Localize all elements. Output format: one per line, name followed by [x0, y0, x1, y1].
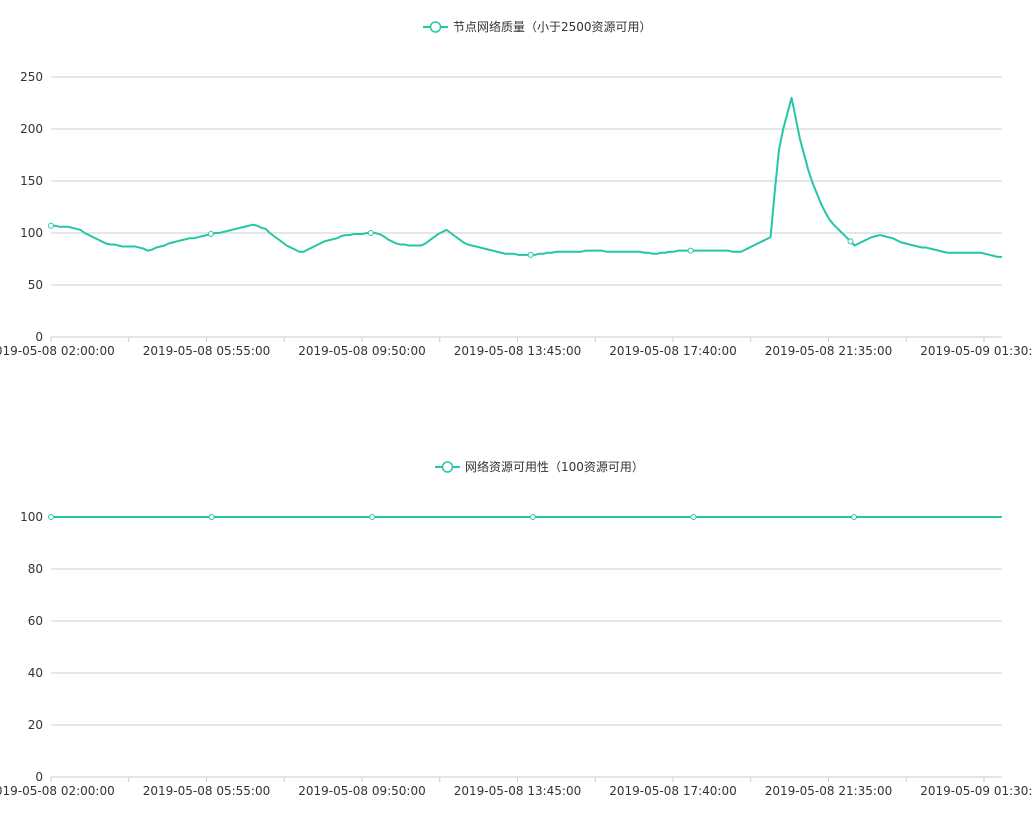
- y-tick-label: 150: [20, 174, 43, 188]
- data-point[interactable]: [48, 222, 54, 229]
- y-tick-label: 250: [20, 70, 43, 84]
- data-point[interactable]: [369, 514, 376, 520]
- x-tick-label: 2019-05-08 21:35:00: [765, 784, 892, 798]
- legend[interactable]: 网络资源可用性（100资源可用）: [435, 459, 644, 474]
- data-point[interactable]: [847, 238, 854, 245]
- data-point[interactable]: [367, 230, 374, 236]
- y-tick-label: 80: [28, 562, 43, 576]
- x-tick-label: 2019-05-08 17:40:00: [609, 784, 736, 798]
- x-tick-label: 2019-05-08 09:50:00: [298, 784, 425, 798]
- x-tick-label: 2019-05-08 09:50:00: [298, 344, 425, 358]
- y-tick-label: 100: [20, 510, 43, 524]
- data-point[interactable]: [690, 514, 697, 520]
- x-tick-label: 2019-05-08 05:55:00: [143, 784, 270, 798]
- data-point[interactable]: [529, 514, 536, 520]
- y-tick-label: 60: [28, 614, 43, 628]
- y-tick-label: 0: [35, 770, 43, 784]
- x-tick-label: 2019-05-08 02:00:00: [0, 344, 115, 358]
- y-tick-label: 50: [28, 278, 43, 292]
- x-tick-label: 2019-05-08 21:35:00: [765, 344, 892, 358]
- data-point[interactable]: [207, 231, 214, 238]
- x-tick-label: 2019-05-08 13:45:00: [454, 344, 581, 358]
- y-tick-label: 100: [20, 226, 43, 240]
- y-tick-label: 200: [20, 122, 43, 136]
- y-tick-label: 40: [28, 666, 43, 680]
- x-tick-label: 2019-05-08 02:00:00: [0, 784, 115, 798]
- x-tick-label: 2019-05-09 01:30:00: [920, 784, 1033, 798]
- x-tick-label: 2019-05-08 13:45:00: [454, 784, 581, 798]
- y-tick-label: 20: [28, 718, 43, 732]
- network-quality-chart: 0 50 100 150 200 250 2019-05-08 02:00:00 2019-0…: [0, 0, 1033, 400]
- data-point[interactable]: [687, 247, 694, 254]
- legend-label: 节点网络质量（小于2500资源可用）: [453, 19, 652, 34]
- legend-circle-icon: [429, 21, 442, 33]
- legend-circle-icon: [441, 461, 454, 473]
- legend[interactable]: 节点网络质量（小于2500资源可用）: [423, 19, 652, 34]
- data-point[interactable]: [851, 514, 858, 520]
- y-tick-label: 0: [35, 330, 43, 344]
- network-quality-chart-svg: 0 50 100 150 200 250 2019-05-08 02:00:00 2019-0…: [0, 19, 1033, 358]
- data-point[interactable]: [48, 514, 54, 520]
- x-tick-label: 2019-05-08 17:40:00: [609, 344, 736, 358]
- network-availability-chart-svg: 0 20 40 60 80 100 2019-05-08 02:00:00 2019-05-0…: [0, 459, 1033, 798]
- data-point[interactable]: [208, 514, 215, 520]
- x-tick-label: 2019-05-08 05:55:00: [143, 344, 270, 358]
- data-point[interactable]: [527, 251, 534, 258]
- x-tick-label: 2019-05-09 01:30:00: [920, 344, 1033, 358]
- network-availability-chart: 0 20 40 60 80 100 2019-05-08 02:00:00 2019-05-0…: [0, 440, 1033, 818]
- legend-label: 网络资源可用性（100资源可用）: [465, 459, 644, 474]
